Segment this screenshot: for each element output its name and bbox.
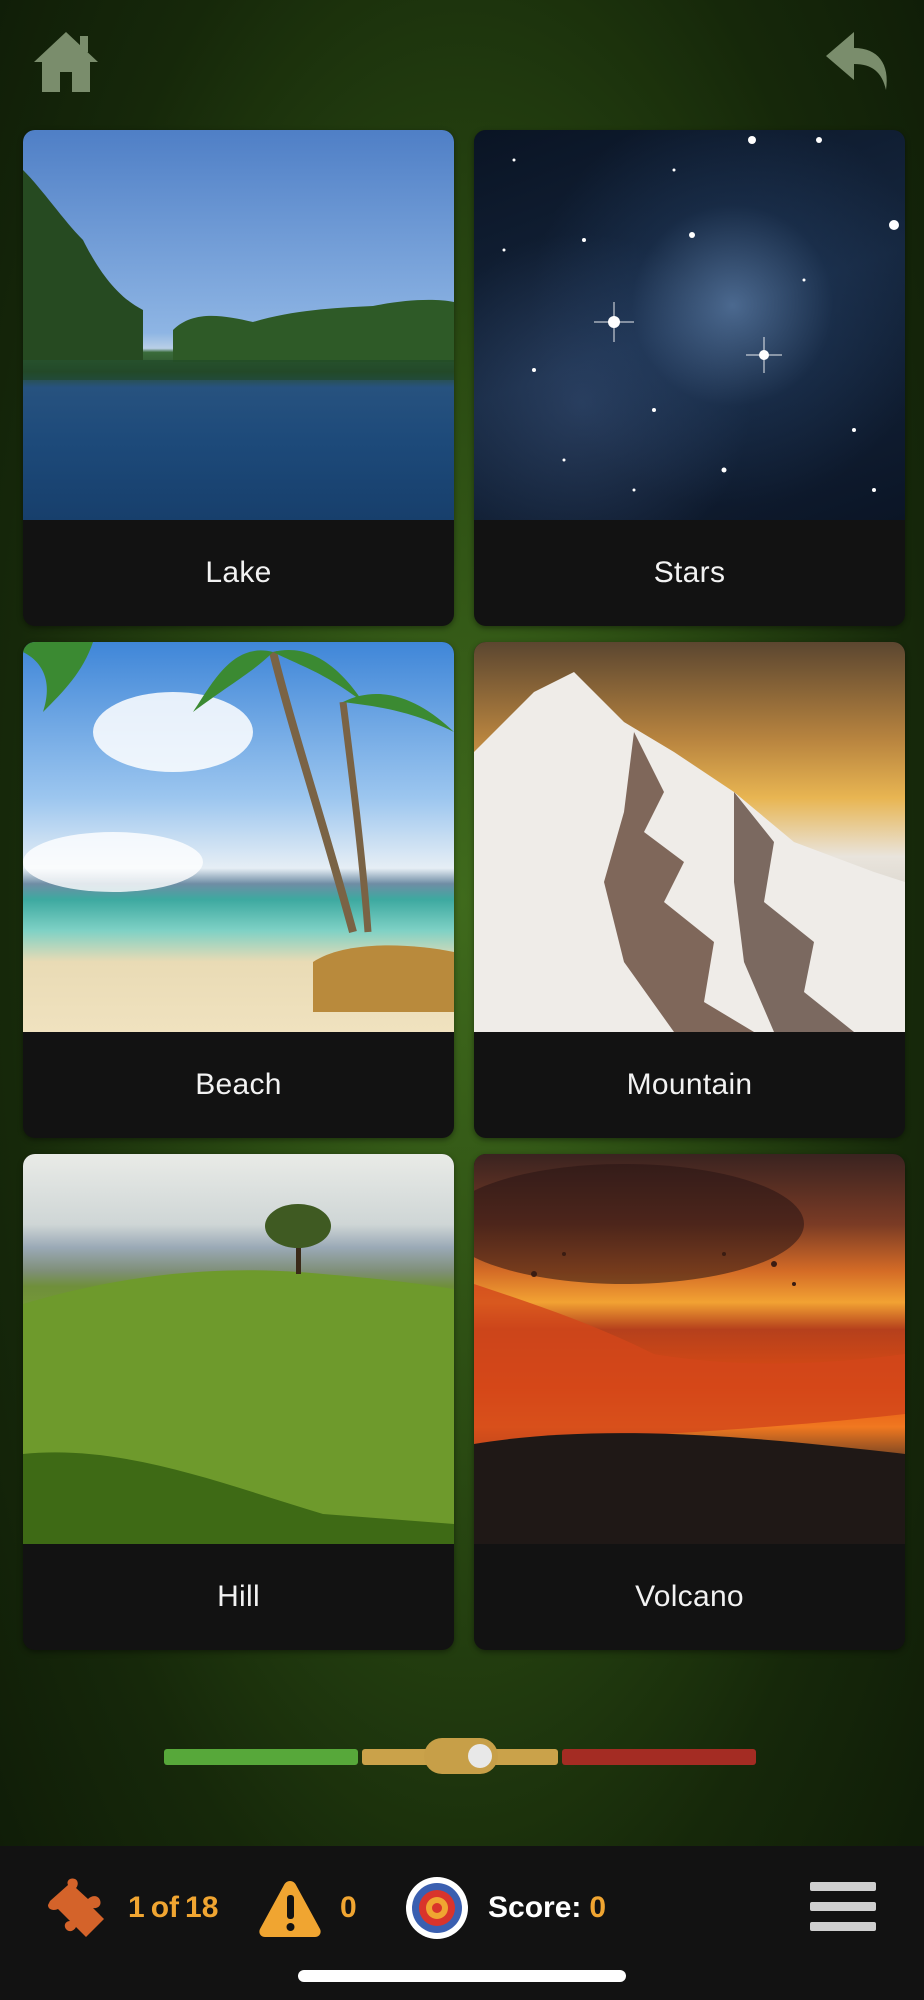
volcano-photo — [474, 1154, 905, 1544]
home-button[interactable] — [26, 22, 106, 102]
hill-photo — [23, 1154, 454, 1544]
slider-segment-hard — [562, 1749, 756, 1765]
stars-photo — [474, 130, 905, 520]
hamburger-line — [810, 1902, 876, 1911]
card-stars[interactable]: Stars — [474, 130, 905, 626]
puzzle-piece-icon — [48, 1878, 104, 1937]
score-stat: Score: 0 — [404, 1875, 606, 1941]
home-icon — [34, 32, 98, 92]
progress-total: 18 — [185, 1891, 219, 1924]
card-label: Volcano — [635, 1580, 744, 1613]
warning-icon — [259, 1881, 321, 1937]
card-volcano[interactable]: Volcano — [474, 1154, 905, 1650]
menu-button[interactable] — [810, 1882, 876, 1938]
back-button[interactable] — [818, 22, 898, 102]
card-label: Hill — [217, 1580, 260, 1613]
progress-of: of — [150, 1891, 180, 1924]
card-hill[interactable]: Hill — [23, 1154, 454, 1650]
card-label: Lake — [205, 556, 272, 589]
score-value: 0 — [589, 1891, 607, 1924]
card-label: Stars — [653, 556, 726, 589]
difficulty-slider[interactable] — [164, 1738, 760, 1774]
lake-photo — [23, 130, 454, 520]
hamburger-line — [810, 1922, 876, 1931]
score-label: Score: — [488, 1891, 582, 1924]
home-indicator[interactable] — [298, 1970, 626, 1982]
card-label: Beach — [195, 1068, 282, 1101]
progress-current: 1 — [128, 1891, 145, 1924]
hamburger-menu-icon — [810, 1882, 876, 1891]
warnings-count: 0 — [340, 1891, 357, 1924]
card-label: Mountain — [626, 1068, 753, 1101]
card-mountain[interactable]: Mountain — [474, 642, 905, 1138]
card-lake[interactable]: Lake — [23, 130, 454, 626]
slider-knob — [468, 1744, 492, 1768]
category-grid: Lake Stars Beach Mountain Hill Volcano — [23, 130, 905, 1650]
slider-segment-easy — [164, 1749, 358, 1765]
slider-thumb[interactable] — [424, 1738, 498, 1774]
mountain-photo — [474, 642, 905, 1032]
progress-stat: 1 of 18 — [44, 1877, 218, 1939]
card-beach[interactable]: Beach — [23, 642, 454, 1138]
undo-arrow-icon — [826, 32, 887, 90]
target-icon — [406, 1877, 468, 1939]
stats-row: 1 of 18 0 Score: 0 — [0, 1870, 924, 1946]
beach-photo — [23, 642, 454, 1032]
warnings-stat: 0 — [258, 1879, 357, 1937]
